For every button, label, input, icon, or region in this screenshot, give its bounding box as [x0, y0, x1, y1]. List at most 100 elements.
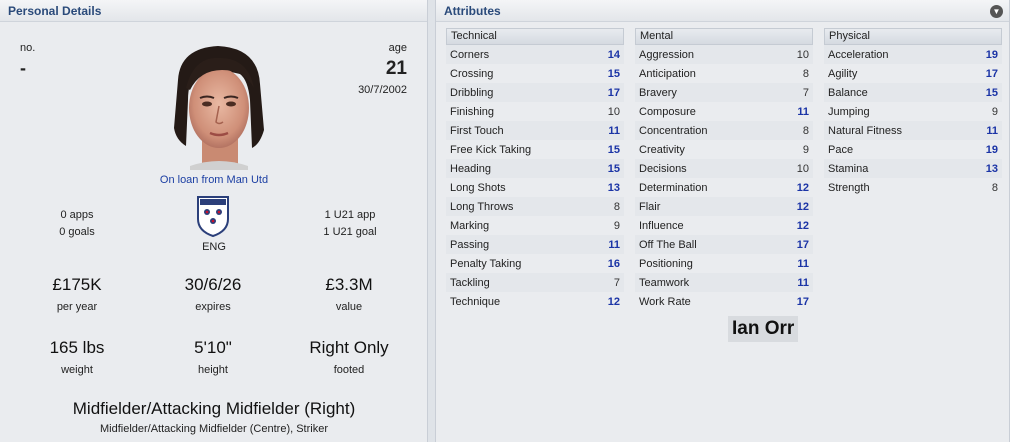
attribute-value: 8	[802, 124, 809, 137]
attribute-value: 15	[607, 143, 620, 156]
attribute-row[interactable]: Dribbling 17	[446, 83, 624, 102]
height-stat: 5'10" height	[153, 338, 273, 376]
contract-expiry-value: 30/6/26	[184, 275, 242, 294]
attribute-row[interactable]: Free Kick Taking 15	[446, 140, 624, 159]
attribute-name: Aggression	[639, 48, 695, 61]
attribute-name: Balance	[828, 86, 868, 99]
player-name-label: Ian Orr	[728, 316, 799, 342]
attribute-row[interactable]: Finishing 10	[446, 102, 624, 121]
attribute-row[interactable]: Natural Fitness 11	[824, 121, 1002, 140]
attribute-row[interactable]: Long Throws 8	[446, 197, 624, 216]
attribute-row[interactable]: Technique 12	[446, 292, 624, 311]
weight-value: 165 lbs	[49, 338, 105, 357]
attribute-name: Heading	[450, 162, 491, 175]
primary-position: Midfielder/Attacking Midfielder (Right)	[72, 399, 356, 418]
attribute-row[interactable]: Marking 9	[446, 216, 624, 235]
attribute-name: Anticipation	[639, 67, 696, 80]
attribute-row[interactable]: Bravery 7	[635, 83, 813, 102]
attribute-name: Concentration	[639, 124, 708, 137]
attribute-row[interactable]: Positioning 11	[635, 254, 813, 273]
attributes-title: Attributes	[444, 3, 501, 18]
technical-column: Technical Corners 14 Crossing 15 Dribbling 17…	[446, 28, 624, 311]
international-goals: 0 goals	[59, 226, 95, 238]
attribute-row[interactable]: Stamina 13	[824, 159, 1002, 178]
attribute-row[interactable]: Off The Ball 17	[635, 235, 813, 254]
weight-label: weight	[61, 364, 93, 376]
attribute-row[interactable]: Teamwork 11	[635, 273, 813, 292]
secondary-positions: Midfielder/Attacking Midfielder (Centre)…	[99, 423, 329, 435]
attribute-value: 17	[607, 86, 620, 99]
attribute-row[interactable]: Penalty Taking 16	[446, 254, 624, 273]
attribute-row[interactable]: Pace 19	[824, 140, 1002, 159]
attribute-row[interactable]: Creativity 9	[635, 140, 813, 159]
attribute-name: Bravery	[639, 86, 677, 99]
attribute-value: 10	[796, 48, 809, 61]
transfer-value-stat: £3.3M value	[289, 275, 409, 313]
wage-stat: £175K per year	[17, 275, 137, 313]
attribute-value: 15	[607, 67, 620, 80]
attribute-value: 13	[607, 181, 620, 194]
height-label: height	[198, 364, 228, 376]
attribute-name: Acceleration	[828, 48, 889, 61]
attribute-value: 17	[796, 238, 809, 251]
attribute-row[interactable]: Composure 11	[635, 102, 813, 121]
attribute-name: Positioning	[639, 257, 693, 270]
attribute-value: 11	[797, 276, 809, 289]
attribute-value: 17	[985, 67, 998, 80]
date-of-birth: 30/7/2002	[358, 84, 407, 96]
attribute-value: 11	[797, 105, 809, 118]
attribute-name: Strength	[828, 181, 870, 194]
attribute-name: Corners	[450, 48, 490, 61]
chevron-down-circle-icon[interactable]: ▼	[990, 5, 1003, 18]
attribute-value: 14	[607, 48, 620, 61]
attribute-row[interactable]: Concentration 8	[635, 121, 813, 140]
nationality-code: ENG	[202, 241, 226, 253]
attribute-row[interactable]: Jumping 9	[824, 102, 1002, 121]
loan-status-link[interactable]: On loan from Man Utd	[100, 174, 328, 186]
attribute-row[interactable]: Influence 12	[635, 216, 813, 235]
attribute-name: Flair	[639, 200, 661, 213]
attribute-row[interactable]: First Touch 11	[446, 121, 624, 140]
attribute-name: Jumping	[828, 105, 870, 118]
squad-number-label: no.	[20, 42, 36, 54]
attribute-row[interactable]: Corners 14	[446, 45, 624, 64]
attribute-row[interactable]: Flair 12	[635, 197, 813, 216]
attribute-name: Determination	[639, 181, 708, 194]
attribute-value: 19	[985, 48, 998, 61]
attribute-row[interactable]: Heading 15	[446, 159, 624, 178]
attribute-row[interactable]: Agility 17	[824, 64, 1002, 83]
attribute-name: Natural Fitness	[828, 124, 902, 137]
attribute-row[interactable]: Anticipation 8	[635, 64, 813, 83]
attribute-row[interactable]: Crossing 15	[446, 64, 624, 83]
attribute-name: Teamwork	[639, 276, 690, 289]
mental-column: Mental Aggression 10 Anticipation 8 Bravery 7…	[635, 28, 813, 311]
attribute-row[interactable]: Aggression 10	[635, 45, 813, 64]
personal-details-panel: Personal Details no. - age 21 30/7/2002	[0, 0, 428, 442]
attribute-row[interactable]: Tackling 7	[446, 273, 624, 292]
attribute-name: Influence	[639, 219, 684, 232]
attribute-value: 12	[796, 181, 809, 194]
attribute-value: 8	[613, 200, 620, 213]
attribute-row[interactable]: Strength 8	[824, 178, 1002, 197]
attribute-value: 15	[607, 162, 620, 175]
england-crest-icon[interactable]	[196, 195, 230, 238]
footed-stat: Right Only footed	[289, 338, 409, 376]
attribute-value: 10	[607, 105, 620, 118]
international-apps: 0 apps	[60, 209, 94, 221]
attribute-row[interactable]: Determination 12	[635, 178, 813, 197]
contract-expiry-stat: 30/6/26 expires	[153, 275, 273, 313]
attribute-row[interactable]: Balance 15	[824, 83, 1002, 102]
attribute-row[interactable]: Decisions 10	[635, 159, 813, 178]
attribute-value: 9	[991, 105, 998, 118]
attribute-row[interactable]: Work Rate 17	[635, 292, 813, 311]
attribute-value: 7	[802, 86, 809, 99]
u21-goals: 1 U21 goal	[323, 226, 377, 238]
physical-list: Acceleration 19 Agility 17 Balance 15 Jumping 9…	[824, 45, 1002, 197]
attribute-row[interactable]: Acceleration 19	[824, 45, 1002, 64]
attribute-name: Agility	[828, 67, 858, 80]
attribute-row[interactable]: Passing 11	[446, 235, 624, 254]
attribute-name: Creativity	[639, 143, 685, 156]
age-value: 21	[385, 58, 407, 79]
attribute-row[interactable]: Long Shots 13	[446, 178, 624, 197]
attribute-name: Composure	[639, 105, 696, 118]
